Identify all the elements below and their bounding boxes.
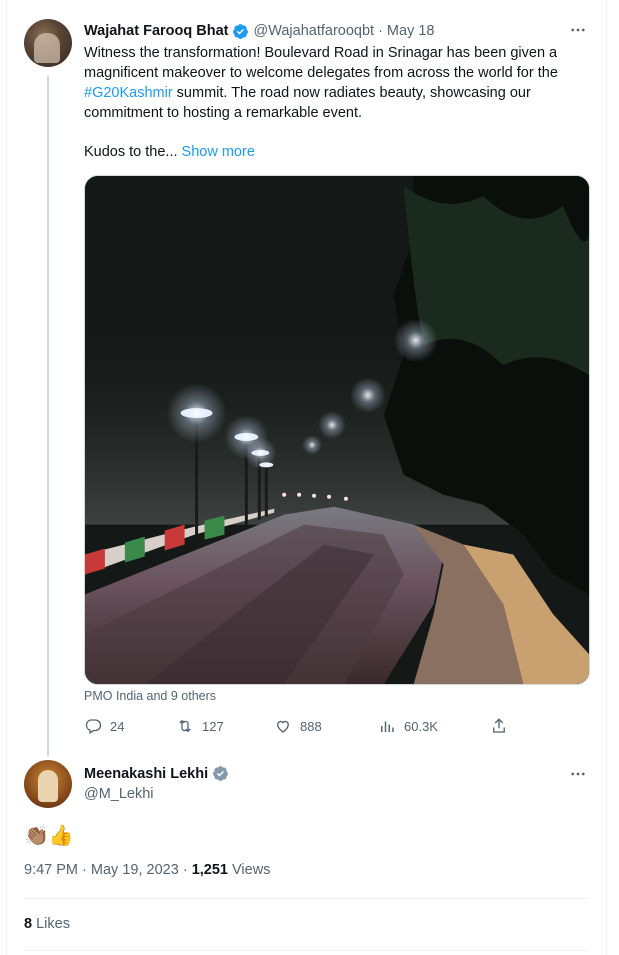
- tweet-actions: 24 127 888 60.3K: [84, 717, 514, 739]
- reply-icon: [85, 719, 102, 734]
- avatar[interactable]: [24, 760, 72, 808]
- avatar[interactable]: [24, 19, 72, 67]
- separator-dot: ·: [182, 862, 188, 878]
- views-count: 60.3K: [404, 718, 438, 734]
- reply-count: 24: [110, 718, 125, 734]
- views-count: 1,251: [191, 862, 228, 878]
- separator-dot: ·: [82, 862, 87, 878]
- divider: [24, 898, 589, 899]
- like-count: 888: [300, 718, 322, 734]
- more-options-icon[interactable]: [568, 764, 588, 784]
- likes-count: 8: [24, 916, 33, 932]
- kudos-text: Kudos to the...: [84, 144, 178, 160]
- tweet-header: Meenakashi Lekhi: [84, 765, 229, 782]
- reply-emoji-text: 👏🏽👍: [24, 825, 74, 847]
- tweet-text-continued: Kudos to the... Show more: [84, 142, 255, 162]
- boulevard-road-photo: [85, 176, 589, 684]
- heart-icon: [277, 720, 289, 733]
- tweet-date[interactable]: May 19, 2023: [91, 862, 179, 878]
- share-icon: [493, 718, 505, 733]
- author-name[interactable]: Wajahat Farooq Bhat: [84, 23, 228, 39]
- author-name[interactable]: Meenakashi Lekhi: [84, 766, 208, 782]
- author-handle[interactable]: @Wajahatfarooqbt: [253, 23, 374, 39]
- author-handle[interactable]: @M_Lekhi: [84, 786, 154, 802]
- retweet-button[interactable]: 127: [176, 717, 224, 735]
- divider: [24, 950, 589, 951]
- tagged-users[interactable]: PMO India and 9 others: [84, 689, 216, 703]
- reply-button[interactable]: 24: [84, 717, 124, 735]
- tweet-date[interactable]: May 18: [387, 23, 435, 39]
- tweet-text: Witness the transformation! Boulevard Ro…: [84, 43, 594, 123]
- likes-summary[interactable]: 8 Likes: [24, 916, 70, 932]
- show-more-link[interactable]: Show more: [182, 144, 255, 160]
- hashtag-link[interactable]: #G20Kashmir: [84, 85, 173, 101]
- tweet-header: Wajahat Farooq Bhat @Wajahatfarooqbt · M…: [84, 21, 434, 41]
- retweet-count: 127: [202, 718, 224, 734]
- like-button[interactable]: 888: [274, 717, 322, 735]
- share-button[interactable]: [490, 717, 508, 735]
- verified-badge-icon: [213, 766, 229, 781]
- tweet-time[interactable]: 9:47 PM: [24, 862, 78, 878]
- retweet-icon: [179, 719, 191, 733]
- separator-dot: ·: [378, 23, 383, 39]
- thread-connector-line: [47, 76, 49, 756]
- verified-badge-icon: [233, 23, 249, 39]
- views-label: Views: [232, 862, 271, 878]
- more-options-icon[interactable]: [568, 20, 588, 40]
- likes-label: Likes: [36, 916, 70, 932]
- tweet-text-part1: Witness the transformation! Boulevard Ro…: [84, 45, 558, 81]
- tweet-metadata: 9:47 PM · May 19, 2023 · 1,251 Views: [24, 862, 270, 878]
- tweet-photo[interactable]: [84, 175, 590, 685]
- analytics-icon: [381, 721, 394, 732]
- views-button[interactable]: 60.3K: [378, 717, 438, 735]
